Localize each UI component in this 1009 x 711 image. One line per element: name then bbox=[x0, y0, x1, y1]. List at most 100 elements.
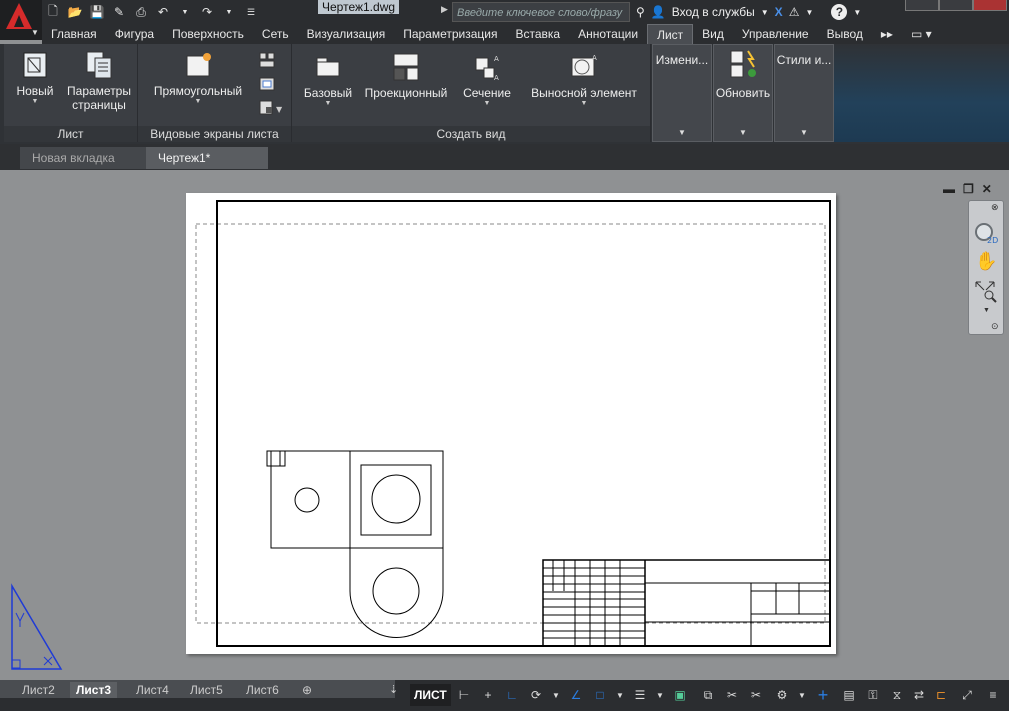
customize-qat-icon[interactable]: ☰ bbox=[242, 3, 260, 21]
base-view-button[interactable]: Базовый ▼ bbox=[300, 52, 356, 108]
expand-tabs-icon[interactable]: ⇣ bbox=[389, 683, 398, 696]
more-tabs-icon[interactable]: ▸▸ bbox=[872, 24, 902, 44]
tab-parametric[interactable]: Параметризация bbox=[394, 24, 506, 44]
viewport-minimize-icon[interactable]: ▬ bbox=[943, 182, 955, 196]
tab-layout[interactable]: Лист bbox=[647, 24, 694, 44]
selection-cycling-icon[interactable]: ⊏ bbox=[932, 686, 950, 704]
maximize-button[interactable] bbox=[939, 0, 973, 11]
chevron-down-icon[interactable]: ▼ bbox=[651, 686, 669, 704]
layout-tab-4[interactable]: Лист4 bbox=[130, 682, 175, 698]
chevron-down-icon[interactable]: ▼ bbox=[793, 686, 811, 704]
page-setup-button[interactable]: Параметры страницы bbox=[64, 50, 134, 112]
tab-output[interactable]: Вывод bbox=[818, 24, 872, 44]
units-icon[interactable]: ▤ bbox=[840, 686, 858, 704]
add-layout-icon[interactable]: ⊕ bbox=[296, 682, 318, 698]
layout-tab-3[interactable]: Лист3 bbox=[70, 682, 118, 698]
tab-annotate[interactable]: Аннотации bbox=[569, 24, 647, 44]
rectangular-viewport-button[interactable]: Прямоугольный ▼ bbox=[146, 50, 250, 106]
isolate-objects-icon[interactable]: ⚿ bbox=[864, 686, 882, 704]
chevron-down-icon[interactable]: ▼ bbox=[611, 686, 629, 704]
layout-tab-5[interactable]: Лист5 bbox=[184, 682, 229, 698]
file-tab-drawing[interactable]: Чертеж1* bbox=[146, 147, 268, 169]
fullscreen-icon[interactable]: ⤢ bbox=[958, 686, 976, 704]
autocad-logo-icon bbox=[6, 3, 32, 29]
customization-menu-icon[interactable]: ≡ bbox=[984, 686, 1002, 704]
tab-manage[interactable]: Управление bbox=[733, 24, 818, 44]
help-icon[interactable]: ? bbox=[831, 4, 848, 20]
user-icon[interactable]: 👤 bbox=[651, 5, 666, 19]
transparency-icon[interactable]: ▣ bbox=[671, 686, 689, 704]
exchange-apps-icon[interactable]: X bbox=[775, 5, 783, 19]
tab-view[interactable]: Вид bbox=[693, 24, 733, 44]
tab-solid[interactable]: Фигура bbox=[106, 24, 163, 44]
clip-viewport-icon[interactable] bbox=[258, 76, 276, 92]
workspace-gear-icon[interactable]: ⚙ bbox=[773, 686, 791, 704]
snap-mode-icon[interactable]: + bbox=[479, 686, 497, 704]
annotation-visibility-icon[interactable]: ✂ bbox=[747, 686, 765, 704]
layout-tab-2[interactable]: Лист2 bbox=[16, 682, 61, 698]
styles-panel[interactable]: Стили и... ▼ bbox=[774, 44, 834, 142]
tab-surface[interactable]: Поверхность bbox=[163, 24, 253, 44]
signin-label[interactable]: Вход в службы bbox=[672, 5, 755, 19]
detail-view-button[interactable]: A Выносной элемент ▼ bbox=[528, 52, 640, 108]
chevron-down-icon: ▼ bbox=[194, 98, 202, 105]
lock-viewport-icon[interactable]: ▼ bbox=[258, 100, 288, 116]
navbar-options-icon[interactable]: ⊙ bbox=[991, 321, 999, 332]
zoom-extents-icon[interactable] bbox=[973, 279, 999, 306]
ribbon-minimize-icon[interactable]: ▭ ▾ bbox=[902, 24, 941, 44]
update-panel[interactable]: Обновить ▼ bbox=[713, 44, 773, 142]
tab-mesh[interactable]: Сеть bbox=[253, 24, 298, 44]
tab-home[interactable]: Главная bbox=[42, 24, 106, 44]
new-layout-button[interactable]: Новый ▼ bbox=[10, 50, 60, 106]
modify-view-panel[interactable]: Измени... ▼ bbox=[652, 44, 712, 142]
pan-icon[interactable]: ✋ bbox=[975, 251, 997, 272]
chevron-down-icon[interactable]: ▼ bbox=[547, 686, 565, 704]
save-icon[interactable]: 💾 bbox=[88, 3, 106, 21]
redo-icon[interactable]: ↷ bbox=[198, 3, 216, 21]
search-expand-icon[interactable]: ▶ bbox=[441, 4, 448, 15]
a360-icon[interactable]: ⚠ bbox=[789, 5, 800, 19]
hardware-acceleration-icon[interactable]: ⧖ bbox=[888, 686, 906, 704]
lineweight-icon[interactable]: ☰ bbox=[631, 686, 649, 704]
polar-tracking-icon[interactable]: ⟳ bbox=[527, 686, 545, 704]
annotation-monitor-icon[interactable]: + bbox=[814, 685, 832, 705]
new-file-icon[interactable]: 🗋 bbox=[44, 3, 62, 21]
save-as-icon[interactable]: ✎ bbox=[110, 3, 128, 21]
object-snap-icon[interactable]: □ bbox=[591, 686, 609, 704]
section-view-button[interactable]: AA Сечение ▼ bbox=[456, 52, 518, 108]
paper-space-toggle[interactable]: ЛИСТ bbox=[410, 684, 451, 706]
tab-insert[interactable]: Вставка bbox=[507, 24, 570, 44]
isometric-drafting-icon[interactable]: ∠ bbox=[567, 686, 585, 704]
annotation-scale-icon[interactable]: ✂ bbox=[723, 686, 741, 704]
binoculars-icon[interactable]: ⚲ bbox=[636, 5, 645, 19]
search-input[interactable]: Введите ключевое слово/фразу bbox=[452, 2, 630, 22]
chevron-down-icon[interactable]: ▼ bbox=[805, 8, 813, 17]
svg-text:A: A bbox=[494, 55, 499, 63]
grid-snap-icon[interactable]: ⊢ bbox=[455, 686, 473, 704]
viewport-restore-icon[interactable]: ❐ bbox=[963, 182, 974, 196]
close-button[interactable] bbox=[973, 0, 1007, 11]
undo-icon[interactable]: ↶ bbox=[154, 3, 172, 21]
undo-dropdown-icon[interactable]: ▼ bbox=[176, 3, 194, 21]
tab-visualize[interactable]: Визуализация bbox=[298, 24, 395, 44]
application-menu-button[interactable]: ▼ bbox=[0, 0, 42, 40]
chevron-down-icon[interactable]: ▼ bbox=[983, 307, 990, 314]
named-viewports-icon[interactable] bbox=[258, 52, 276, 68]
viewport-close-icon[interactable]: ✕ bbox=[982, 182, 992, 196]
clean-screen-icon[interactable]: ⇄ bbox=[910, 686, 928, 704]
chevron-down-icon[interactable]: ▼ bbox=[853, 8, 861, 17]
steering-wheel-icon[interactable]: 2D bbox=[973, 221, 999, 248]
chevron-down-icon[interactable]: ▼ bbox=[761, 8, 769, 17]
projected-view-button[interactable]: Проекционный bbox=[362, 52, 450, 100]
quick-properties-icon[interactable]: ⧉ bbox=[699, 686, 717, 704]
navbar-close-icon[interactable]: ⊗ bbox=[991, 202, 999, 213]
redo-dropdown-icon[interactable]: ▼ bbox=[220, 3, 238, 21]
minimize-button[interactable] bbox=[905, 0, 939, 11]
open-file-icon[interactable]: 📂 bbox=[66, 3, 84, 21]
ortho-mode-icon[interactable]: ∟ bbox=[503, 686, 521, 704]
print-icon[interactable]: ⎙ bbox=[132, 3, 150, 21]
file-tab-new[interactable]: Новая вкладка bbox=[20, 147, 154, 169]
drawing-sheet bbox=[195, 200, 831, 647]
layout-tab-6[interactable]: Лист6 bbox=[240, 682, 285, 698]
svg-text:A: A bbox=[592, 54, 597, 62]
